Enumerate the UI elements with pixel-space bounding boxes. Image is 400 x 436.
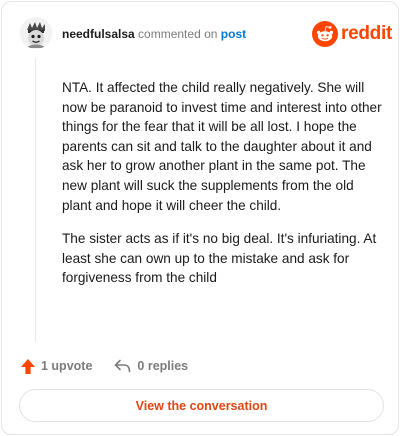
comment-paragraph: The sister acts as if it's no big deal. … [62,231,377,286]
avatar-image [20,17,52,49]
reply-arrow-icon [115,359,131,373]
upvote-arrow-icon [21,358,35,374]
comment-paragraph: NTA. It affected the child really negati… [62,80,382,213]
upvote-count: 1 upvote [41,359,93,373]
post-link[interactable]: post [221,27,246,41]
comment-byline: needfulsalsa commented on post [62,27,246,41]
embedded-comment-card: needfulsalsa commented on post reddit NT… [1,1,399,435]
comment-body: NTA. It affected the child really negati… [62,78,382,302]
avatar[interactable] [20,17,52,49]
username-link[interactable]: needfulsalsa [62,27,135,41]
replies-button[interactable]: 0 replies [114,359,188,373]
comment-header: needfulsalsa commented on post reddit [2,2,398,66]
thread-line [35,58,36,342]
upvote-button[interactable]: 1 upvote [20,358,92,375]
reddit-wordmark: reddit [341,23,392,44]
reddit-snoo-icon [312,21,338,47]
comment-actions: 1 upvote 0 replies [20,356,188,376]
reddit-logo[interactable]: reddit [312,20,392,48]
replies-count: 0 replies [137,359,189,373]
action-text: commented on [138,27,218,41]
view-conversation-button[interactable]: View the conversation [19,389,384,422]
